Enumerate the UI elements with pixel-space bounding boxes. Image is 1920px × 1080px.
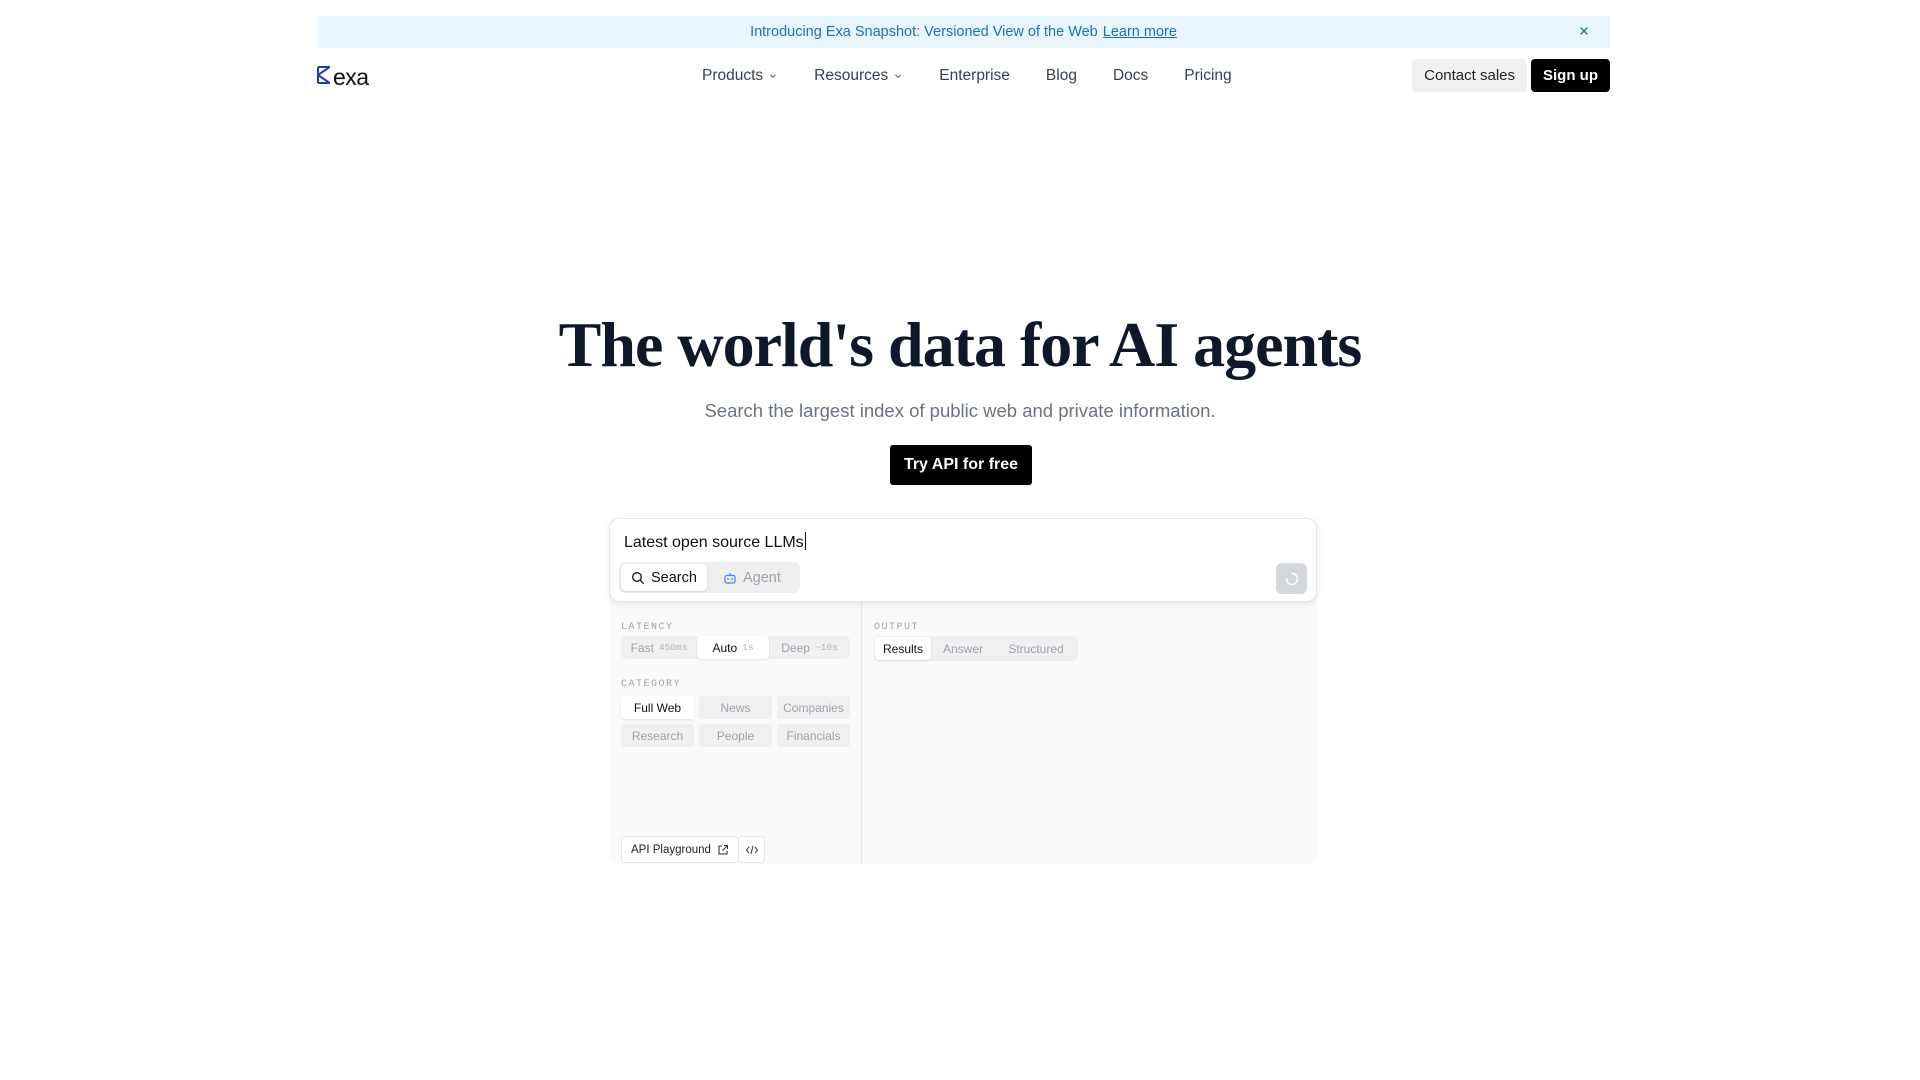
logo[interactable]: exa: [317, 64, 369, 91]
announcement-text: Introducing Exa Snapshot: Versioned View…: [750, 24, 1098, 40]
mode-agent-button[interactable]: Agent: [713, 564, 791, 591]
text-caret: [804, 532, 806, 550]
latency-auto[interactable]: Auto 1s: [697, 636, 769, 659]
contact-sales-button[interactable]: Contact sales: [1412, 59, 1527, 92]
output-label: OUTPUT: [874, 622, 920, 633]
query-box[interactable]: Latest open source LLMs Search Agent: [609, 518, 1317, 602]
top-nav: exa Products Resources Enterprise Blog D…: [317, 58, 1610, 94]
nav-enterprise[interactable]: Enterprise: [939, 67, 1010, 85]
output-column: OUTPUT Results Answer Structured: [862, 602, 1317, 864]
mode-search-label: Search: [651, 569, 697, 586]
sign-up-button[interactable]: Sign up: [1531, 59, 1610, 92]
category-grid: Full Web News Companies Research People …: [621, 696, 850, 747]
output-answer[interactable]: Answer: [931, 637, 995, 660]
logo-text: exa: [333, 64, 369, 90]
query-input[interactable]: Latest open source LLMs: [624, 532, 806, 552]
latency-label: LATENCY: [621, 622, 674, 633]
mode-agent-label: Agent: [743, 569, 781, 586]
search-icon: [632, 571, 644, 584]
nav-products[interactable]: Products: [702, 67, 778, 85]
hero-subtitle: Search the largest index of public web a…: [704, 400, 1216, 421]
category-financials[interactable]: Financials: [777, 724, 850, 747]
latency-fast-sub: 450ms: [658, 642, 688, 653]
robot-icon: [724, 572, 736, 584]
latency-fast-label: Fast: [630, 640, 654, 655]
nav-blog[interactable]: Blog: [1046, 67, 1077, 85]
output-structured[interactable]: Structured: [995, 637, 1077, 660]
mode-search-button[interactable]: Search: [621, 564, 707, 591]
output-selector: Results Answer Structured: [874, 636, 1078, 661]
submit-button[interactable]: [1276, 563, 1307, 594]
output-results[interactable]: Results: [875, 637, 931, 660]
latency-deep[interactable]: Deep ~10s: [769, 636, 850, 659]
nav-docs[interactable]: Docs: [1113, 67, 1148, 85]
latency-auto-label: Auto: [712, 640, 738, 655]
spinner-icon: [1285, 572, 1298, 585]
latency-deep-label: Deep: [781, 640, 810, 655]
options-column: LATENCY Fast 450ms Auto 1s Deep ~10s CATEGO…: [609, 602, 862, 864]
announcement-bar: Introducing Exa Snapshot: Versioned View…: [317, 16, 1610, 48]
category-label: CATEGORY: [621, 679, 682, 690]
mode-toggle: Search Agent: [619, 562, 800, 593]
chevron-down-icon: [770, 74, 777, 79]
nav-resources-label: Resources: [814, 67, 889, 84]
chevron-down-icon: [895, 74, 902, 79]
main-menu: Products Resources Enterprise Blog Docs …: [702, 58, 1268, 94]
nav-resources[interactable]: Resources: [814, 67, 903, 85]
hero-title: The world's data for AI agents: [558, 309, 1363, 380]
exa-logo-icon: [317, 66, 331, 89]
api-playground-button[interactable]: API Playground: [621, 836, 739, 863]
latency-deep-sub: ~10s: [814, 642, 838, 653]
close-icon[interactable]: [1576, 23, 1592, 39]
search-demo: Latest open source LLMs Search Agent LAT…: [609, 518, 1317, 864]
latency-fast[interactable]: Fast 450ms: [621, 636, 697, 659]
category-people[interactable]: People: [699, 724, 772, 747]
latency-selector: Fast 450ms Auto 1s Deep ~10s: [621, 636, 850, 659]
category-full-web[interactable]: Full Web: [621, 696, 694, 719]
category-news[interactable]: News: [699, 696, 772, 719]
code-icon: [745, 845, 758, 854]
nav-products-label: Products: [702, 67, 764, 84]
code-button[interactable]: [738, 836, 765, 863]
try-api-button[interactable]: Try API for free: [890, 445, 1032, 485]
category-research[interactable]: Research: [621, 724, 694, 747]
latency-auto-sub: 1s: [742, 642, 754, 653]
nav-pricing[interactable]: Pricing: [1184, 67, 1231, 85]
learn-more-link[interactable]: Learn more: [1103, 24, 1177, 40]
external-link-icon: [718, 844, 728, 855]
query-text: Latest open source LLMs: [624, 534, 804, 551]
api-playground-label: API Playground: [631, 843, 711, 856]
category-companies[interactable]: Companies: [777, 696, 850, 719]
